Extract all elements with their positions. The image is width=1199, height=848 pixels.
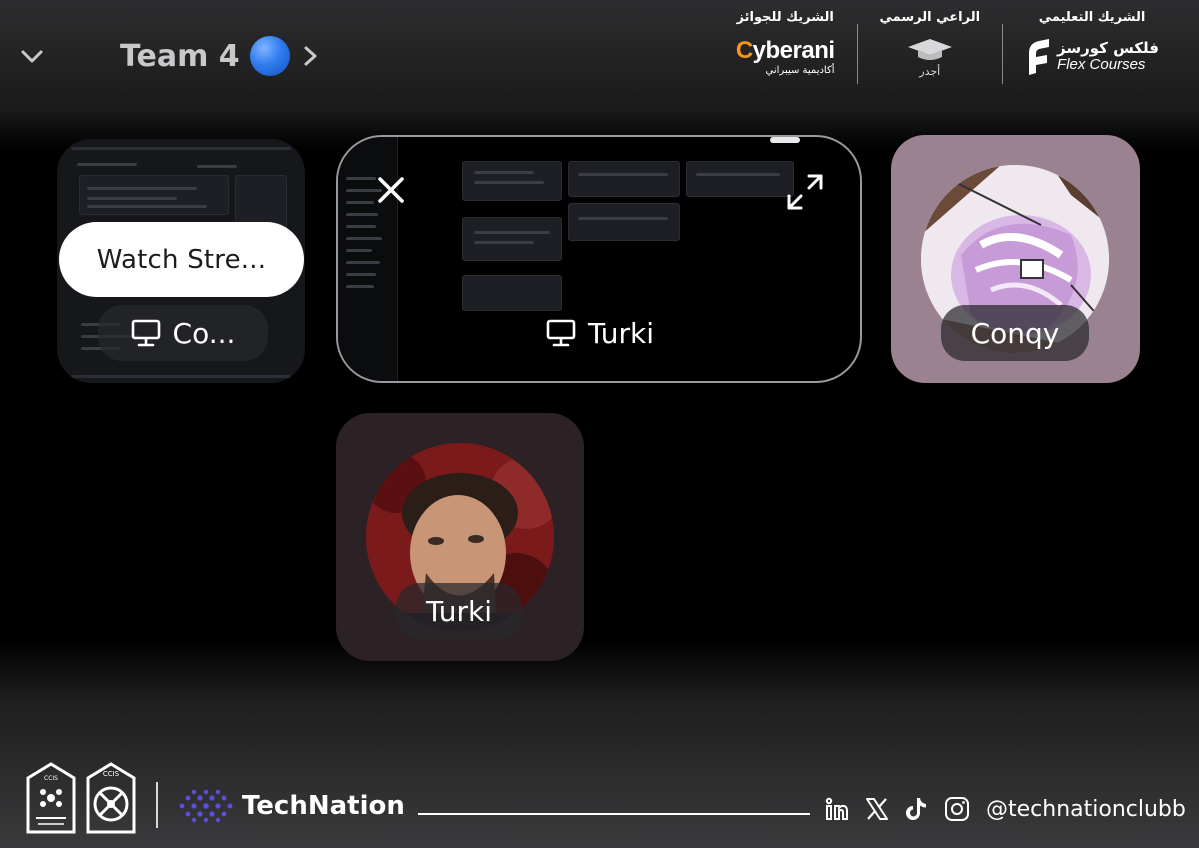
official-sponsor-label: الراعي الرسمي [879,10,981,25]
students-council-logo: CCIS [26,762,76,834]
participant-name: Turki [425,594,493,628]
technation-dots-icon [179,789,233,823]
instagram-icon[interactable] [944,796,970,822]
partners-bar: الشريك للجوائز Cyberani أكاديمية سيبراني… [714,10,1181,90]
blue-circle-emoji [249,36,290,76]
graduation-cap-icon [907,38,952,60]
social-handle[interactable]: @technationclubb [986,797,1186,822]
footer-bar: CCIS CCIS TechNation @technationclubb [0,760,1199,840]
close-icon[interactable] [374,173,408,207]
chevron-right-icon[interactable] [298,42,322,70]
participant-name-pill: Co... [98,305,268,361]
cyberani-logo: Cyberani أكاديمية سيبراني [735,36,835,76]
technation-wordmark: TechNation [242,791,405,821]
social-links: @technationclubb [824,796,1186,822]
watch-stream-button[interactable]: Watch Stre... [59,222,304,297]
flex-courses-logo: فلكس كورسز Flex Courses [1025,37,1159,77]
education-partner: الشريك التعليمي فلكس كورسز Flex Courses [1003,10,1181,90]
x-icon[interactable] [864,796,890,822]
linkedin-icon[interactable] [824,796,850,822]
participant-name: Co... [172,316,236,350]
ccis-council-logo: CCIS [86,762,136,834]
participant-name: Conqy [970,316,1060,350]
ajdar-logo-text: أجدر [919,64,941,78]
flex-mark-icon [1029,39,1050,75]
participant-name-pill: Turki [520,305,680,361]
technation-logo: TechNation [174,788,405,824]
participant-name-pill: Turki [396,583,522,639]
tiktok-icon[interactable] [904,796,930,822]
official-sponsor: الراعي الرسمي أجدر [858,10,1003,90]
channel-title[interactable]: Team 4 [120,36,290,76]
expand-icon[interactable] [785,172,825,212]
prize-partner: الشريك للجوائز Cyberani أكاديمية سيبراني [714,10,857,90]
svg-text:CCIS: CCIS [103,770,120,778]
education-partner-label: الشريك التعليمي [1038,10,1146,25]
prize-partner-label: الشريك للجوائز [736,10,834,25]
monitor-icon [131,319,160,347]
collapse-chevron-icon[interactable] [18,42,46,70]
team-name: Team 4 [120,38,240,74]
svg-text:CCIS: CCIS [44,775,58,782]
monitor-icon [546,319,576,347]
participant-name: Turki [587,316,655,350]
participant-name-pill: Conqy [941,305,1089,361]
